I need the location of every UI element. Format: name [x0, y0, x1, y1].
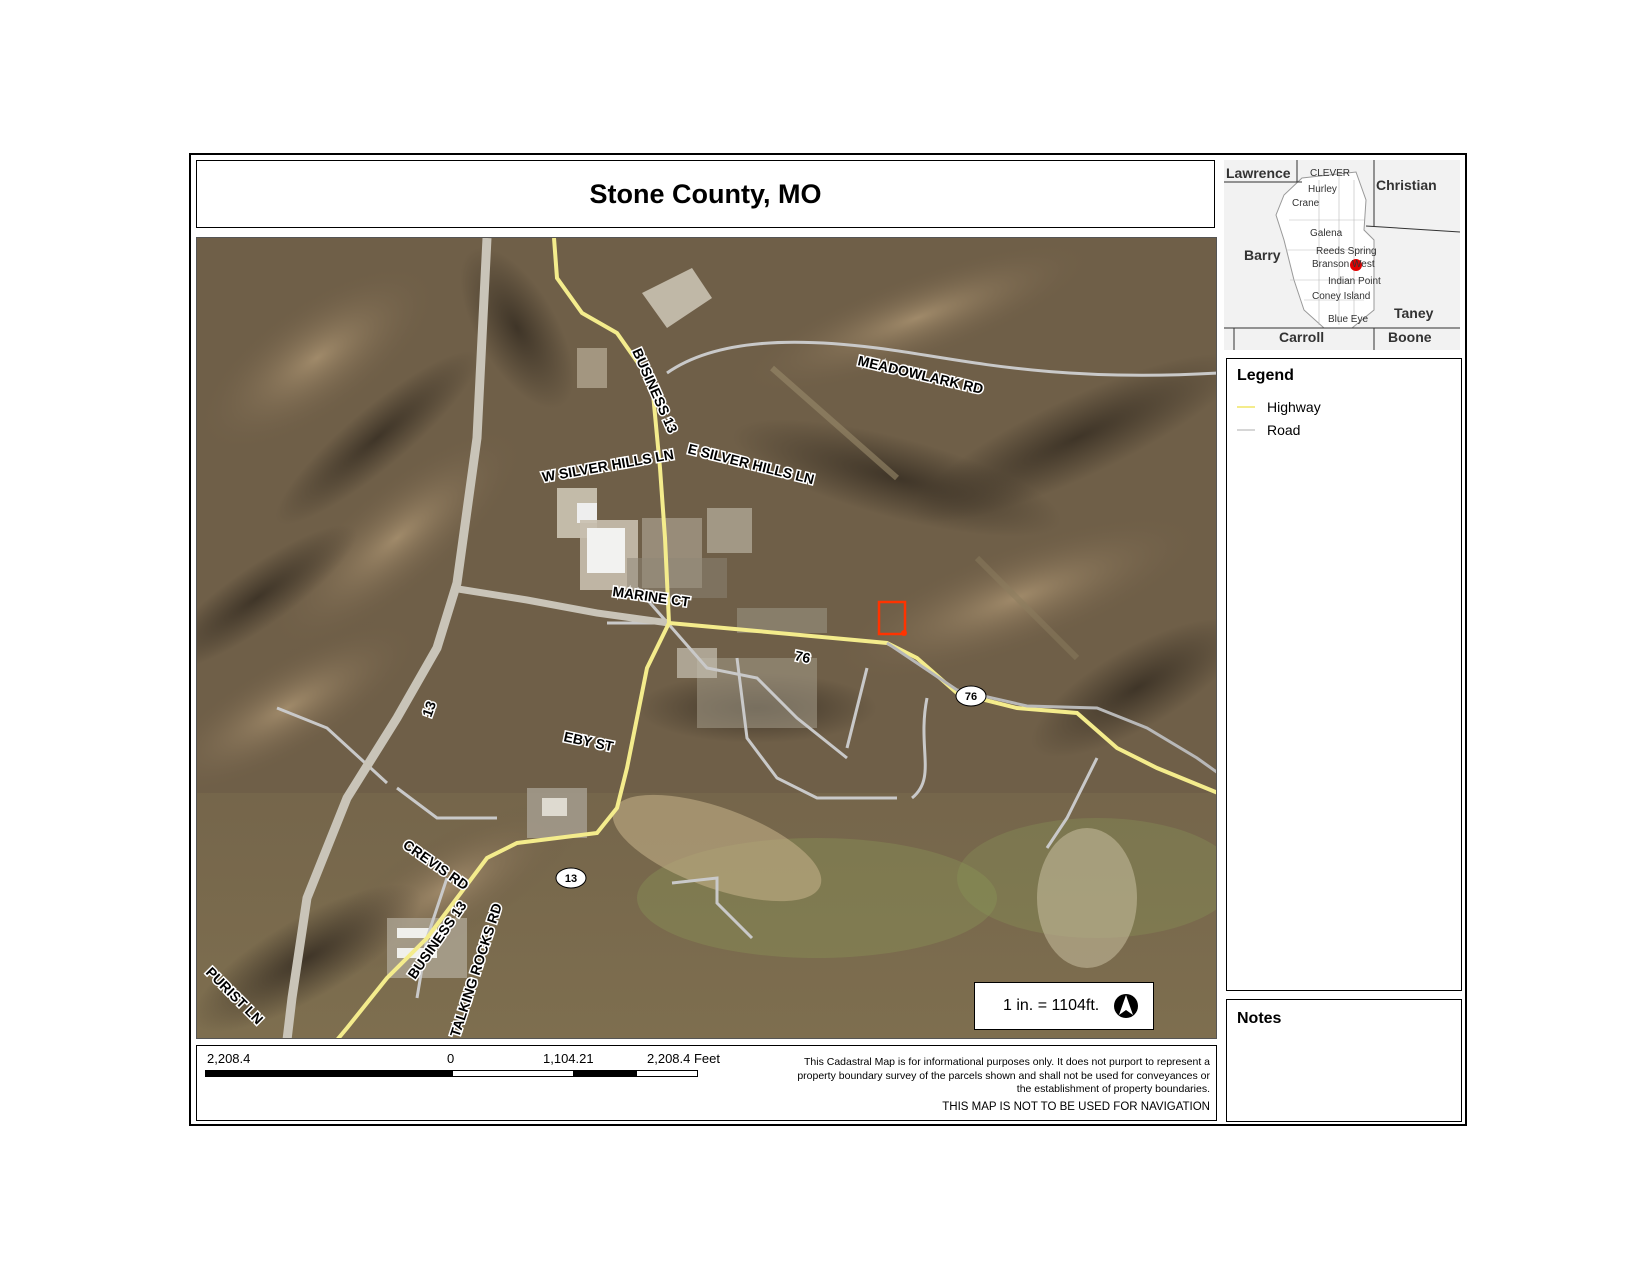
aerial-map[interactable]: BUSINESS 13 MEADOWLARK RD W SILVER HILLS… [196, 237, 1217, 1039]
highway-swatch [1237, 406, 1255, 408]
county-christian: Christian [1376, 177, 1437, 193]
notes-panel: Notes [1226, 999, 1462, 1122]
legend-item-road: Road [1237, 422, 1300, 438]
scale-bar-left-label: 2,208.4 [207, 1051, 251, 1066]
locator-map-canvas: Lawrence Christian Barry Taney Carroll B… [1224, 160, 1460, 350]
north-arrow-icon [1114, 994, 1139, 1018]
town-clever: CLEVER [1310, 168, 1350, 179]
scale-bar-right-label: 2,208.4 Feet [647, 1051, 720, 1066]
town-galena: Galena [1310, 228, 1343, 239]
disclaimer-text: This Cadastral Map is for informational … [797, 1056, 1210, 1095]
title-box: Stone County, MO [196, 160, 1215, 228]
town-blue-eye: Blue Eye [1328, 314, 1368, 325]
county-boone: Boone [1388, 329, 1432, 345]
scale-bar-segment-4 [636, 1070, 698, 1077]
town-crane: Crane [1292, 198, 1320, 209]
county-lawrence: Lawrence [1226, 165, 1291, 181]
scale-bar-zero-label: 0 [447, 1051, 455, 1066]
legend-item-label: Road [1267, 422, 1301, 438]
county-barry: Barry [1244, 247, 1281, 263]
scale-ratio-text: 1 in. = 1104ft. [1003, 997, 1100, 1014]
county-taney: Taney [1394, 305, 1434, 321]
legend-panel: Legend Highway Road [1226, 358, 1462, 991]
map-footer: 2,208.4 0 1,104.21 2,208.4 Feet This Cad… [196, 1045, 1217, 1121]
scale-bar-segment-1 [205, 1070, 452, 1077]
navigation-warning: THIS MAP IS NOT TO BE USED FOR NAVIGATIO… [942, 1101, 1210, 1113]
county-carroll: Carroll [1279, 329, 1324, 345]
aerial-map-canvas: BUSINESS 13 MEADOWLARK RD W SILVER HILLS… [197, 238, 1216, 1038]
town-branson-west: Branson West [1312, 259, 1375, 270]
scale-bar-segment-2 [452, 1070, 574, 1077]
map-title: Stone County, MO [589, 178, 822, 209]
scale-ratio-box: 1 in. = 1104ft. [974, 982, 1154, 1030]
legend-title: Legend [1237, 367, 1294, 384]
shield-mo-13-number: 13 [565, 873, 577, 885]
scale-bar-segment-3 [574, 1070, 636, 1077]
town-hurley: Hurley [1308, 184, 1337, 195]
legend-item-label: Highway [1267, 399, 1321, 415]
town-coney-island: Coney Island [1312, 291, 1370, 302]
shield-us-76: 76 [955, 685, 987, 707]
town-indian-point: Indian Point [1328, 276, 1381, 287]
scale-bar-mid-label: 1,104.21 [543, 1051, 594, 1066]
notes-title: Notes [1237, 1010, 1282, 1027]
parcel-marker [901, 630, 907, 636]
locator-map: Lawrence Christian Barry Taney Carroll B… [1224, 160, 1460, 350]
road-swatch [1237, 429, 1255, 431]
town-reeds-spring: Reeds Spring [1316, 246, 1377, 257]
shield-mo-13: 13 [555, 867, 587, 889]
shield-us-76-number: 76 [965, 691, 977, 703]
legend-item-highway: Highway [1237, 399, 1321, 415]
